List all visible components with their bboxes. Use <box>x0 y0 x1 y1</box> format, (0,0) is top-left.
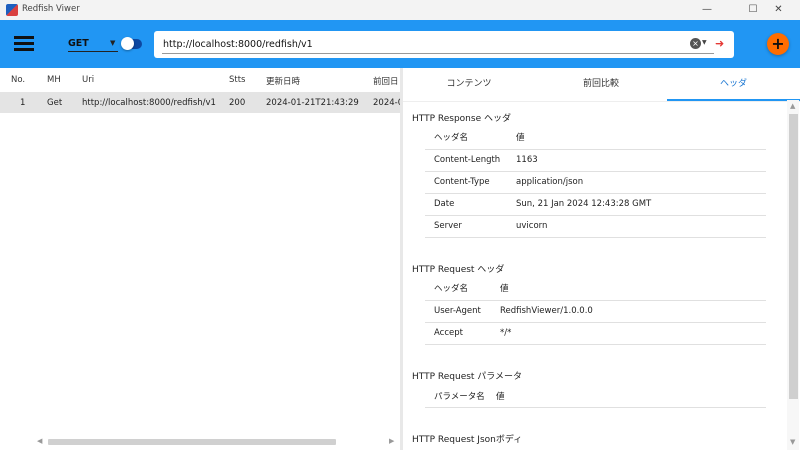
header-value: Sun, 21 Jan 2024 12:43:28 GMT <box>516 199 652 209</box>
close-button[interactable]: ✕ <box>757 0 800 20</box>
main-toolbar: GET ▼ http://localhost:8000/redfish/v1 ×… <box>0 20 800 68</box>
tab-compare[interactable]: 前回比較 <box>535 68 667 101</box>
cell-updated: 2024-01-21T21:43:29 <box>266 98 359 108</box>
section-title-request-params: HTTP Request パラメータ <box>412 372 523 382</box>
window-title: Redfish Viwer <box>22 4 80 14</box>
header-key: Content-Length <box>434 155 501 165</box>
scroll-up-icon[interactable]: ▲ <box>790 102 795 110</box>
cell-uri: http://localhost:8000/redfish/v1 <box>82 98 216 108</box>
header-key: Content-Type <box>434 177 490 187</box>
header-key: Date <box>434 199 455 209</box>
section-title-json-body: HTTP Request Jsonボディ <box>412 435 523 445</box>
column-header-value: 値 <box>500 284 509 294</box>
column-header-param-name: パラメータ名 <box>434 392 485 402</box>
history-dropdown-icon[interactable]: ▼ <box>702 39 707 46</box>
send-icon[interactable]: ➜ <box>715 37 724 50</box>
chevron-down-icon[interactable]: ▼ <box>110 36 115 51</box>
scroll-right-icon[interactable]: ▶ <box>389 437 394 445</box>
cell-mh: Get <box>47 98 63 108</box>
column-header-prev[interactable]: 前回日 <box>373 75 399 87</box>
header-value: 1163 <box>516 155 538 165</box>
header-value: RedfishViewer/1.0.0.0 <box>500 306 593 316</box>
header-key: Server <box>434 221 462 231</box>
window-titlebar: Redfish Viwer — ☐ ✕ <box>0 0 800 20</box>
horizontal-scrollbar[interactable]: ◀ ▶ <box>34 437 394 446</box>
header-value: uvicorn <box>516 221 548 231</box>
section-title-request-headers: HTTP Request ヘッダ <box>412 265 505 275</box>
url-input[interactable]: http://localhost:8000/redfish/v1 <box>163 39 313 50</box>
row-divider <box>425 237 766 238</box>
column-header-stts[interactable]: Stts <box>229 75 246 85</box>
row-divider <box>425 300 766 301</box>
tab-divider <box>403 101 800 102</box>
detail-pane: コンテンツ 前回比較 ヘッダ HTTP Response ヘッダ ヘッダ名 値 … <box>403 68 800 450</box>
column-header-uri[interactable]: Uri <box>82 75 94 85</box>
row-divider <box>425 193 766 194</box>
request-list: No. MH Uri Stts 更新日時 前回日 1 Get http://lo… <box>0 68 400 450</box>
header-key: Accept <box>434 328 463 338</box>
clear-icon[interactable]: × <box>690 38 701 49</box>
scrollbar-thumb[interactable] <box>789 114 798 399</box>
cell-no: 1 <box>20 98 26 108</box>
row-divider <box>425 149 766 150</box>
row-divider <box>425 171 766 172</box>
column-header-param-value: 値 <box>496 392 505 402</box>
url-underline <box>162 53 714 54</box>
column-header-name: ヘッダ名 <box>434 133 469 143</box>
url-field[interactable]: http://localhost:8000/redfish/v1 × ▼ ➜ <box>154 31 734 58</box>
header-key: User-Agent <box>434 306 481 316</box>
header-value: application/json <box>516 177 584 187</box>
row-divider <box>425 215 766 216</box>
toggle-knob[interactable] <box>121 37 134 50</box>
column-header-name: ヘッダ名 <box>434 284 469 294</box>
row-divider <box>425 344 766 345</box>
tab-contents[interactable]: コンテンツ <box>403 68 535 101</box>
add-button[interactable]: + <box>767 33 789 55</box>
scroll-left-icon[interactable]: ◀ <box>37 437 42 445</box>
row-divider <box>425 322 766 323</box>
column-header-updated[interactable]: 更新日時 <box>266 75 300 87</box>
table-row[interactable]: 1 Get http://localhost:8000/redfish/v1 2… <box>0 92 400 113</box>
app-logo-icon <box>6 4 18 16</box>
vertical-scrollbar[interactable]: ▲ ▼ <box>787 100 799 450</box>
row-divider <box>425 407 766 408</box>
column-header-no[interactable]: No. <box>11 75 25 85</box>
header-value: */* <box>500 328 512 338</box>
tab-headers[interactable]: ヘッダ <box>667 68 800 101</box>
section-title-response-headers: HTTP Response ヘッダ <box>412 114 511 124</box>
column-header-mh[interactable]: MH <box>47 75 61 85</box>
menu-icon[interactable] <box>14 36 34 51</box>
minimize-button[interactable]: — <box>684 0 730 20</box>
cell-stts: 200 <box>229 98 246 108</box>
column-header-value: 値 <box>516 133 525 143</box>
cell-prev: 2024-0 <box>373 98 400 108</box>
scroll-down-icon[interactable]: ▼ <box>790 438 795 446</box>
scrollbar-thumb[interactable] <box>48 439 336 445</box>
